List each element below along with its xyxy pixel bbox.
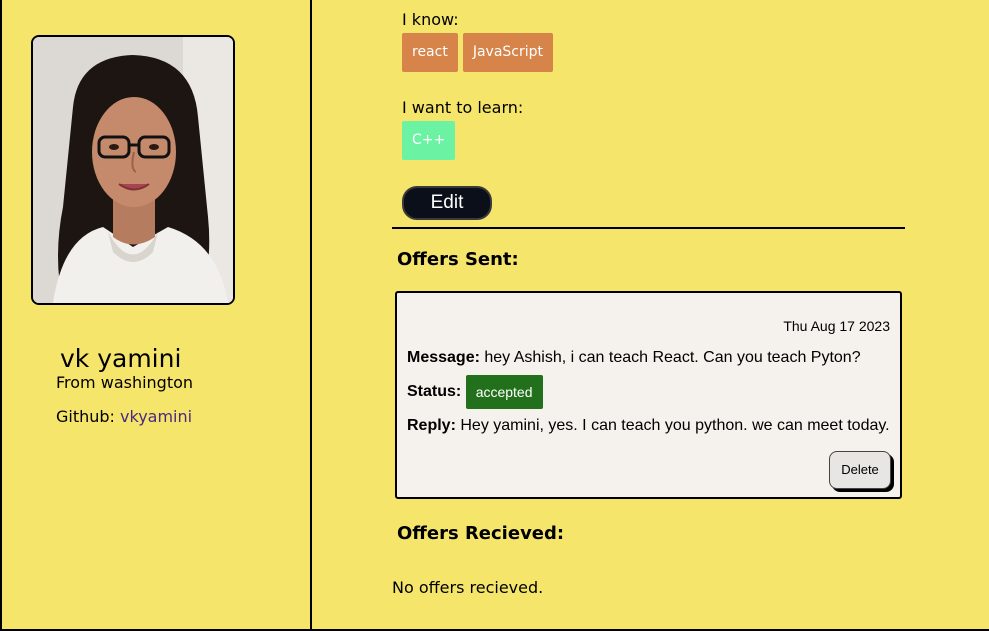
profile-page: vk yamini From washington Github: vkyami… [0, 0, 989, 631]
offers-sent-title: Offers Sent: [397, 249, 519, 270]
offer-status-label: Status: [407, 383, 462, 401]
offer-card: Thu Aug 17 2023 Message: hey Ashish, i c… [395, 291, 902, 499]
profile-name: vk yamini [60, 344, 182, 373]
github-label: Github: [56, 407, 121, 426]
learn-skills-list: C++ [402, 121, 456, 160]
status-badge: accepted [465, 375, 543, 409]
delete-button[interactable]: Delete [829, 451, 891, 489]
offer-reply: Reply: Hey yamini, yes. I can teach you … [407, 416, 890, 436]
known-skills-label: I know: [402, 10, 459, 29]
skill-tag-learn: C++ [402, 121, 456, 160]
offer-reply-label: Reply: [407, 417, 456, 434]
avatar-photo [33, 37, 233, 303]
learn-skills-label: I want to learn: [402, 98, 524, 117]
section-divider [392, 227, 905, 229]
offer-status: Status: accepted [407, 375, 543, 409]
offer-message: Message: hey Ashish, i can teach React. … [407, 348, 861, 368]
offer-message-text: hey Ashish, i can teach React. Can you t… [484, 349, 861, 366]
page-left-border [0, 0, 2, 631]
profile-location: From washington [56, 373, 194, 392]
avatar [31, 35, 235, 305]
offer-message-label: Message: [407, 349, 480, 366]
skill-tag-known: JavaScript [462, 33, 554, 72]
offers-received-title: Offers Recieved: [397, 523, 565, 544]
github-link[interactable]: vkyamini [120, 407, 192, 426]
edit-button[interactable]: Edit [402, 186, 492, 220]
no-offers-text: No offers recieved. [392, 578, 544, 597]
column-divider [310, 0, 312, 631]
offer-reply-text: Hey yamini, yes. I can teach you python.… [460, 417, 890, 434]
offer-date: Thu Aug 17 2023 [783, 318, 890, 334]
skill-tag-known: react [402, 33, 458, 72]
profile-github: Github: vkyamini [56, 407, 192, 427]
known-skills-list: react JavaScript [402, 33, 554, 72]
